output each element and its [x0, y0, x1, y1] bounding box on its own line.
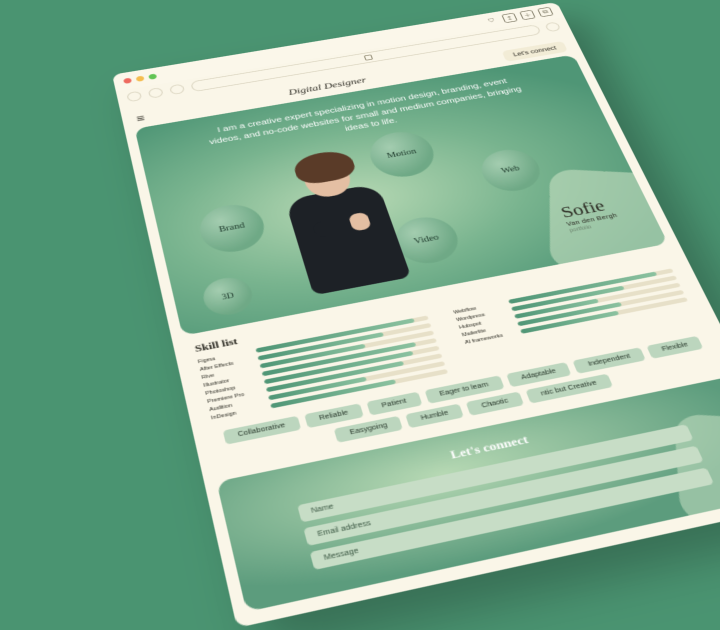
name-card: Sofie Van den Bergh portfolio	[558, 196, 621, 234]
maximize-icon[interactable]	[148, 73, 157, 79]
menu-icon[interactable]: ≡	[135, 112, 146, 124]
sidebar-toggle-icon[interactable]	[126, 91, 142, 102]
trait-tag: Chaotic	[466, 391, 524, 415]
traffic-lights	[123, 73, 157, 84]
back-icon[interactable]	[148, 87, 164, 98]
browser-window: ⛉ ↥ ＋ ⧉ ≡ Digital Designer Let's connect…	[112, 2, 720, 627]
trait-tag: Humble	[405, 403, 464, 428]
reload-icon[interactable]	[544, 22, 561, 33]
site-settings-icon	[364, 54, 373, 60]
page-content: ≡ Digital Designer Let's connect I am a …	[120, 34, 720, 627]
tabs-icon[interactable]: ⧉	[537, 7, 554, 17]
bubble-brand: Brand	[195, 200, 270, 257]
minimize-icon[interactable]	[136, 76, 145, 82]
share-icon[interactable]: ↥	[501, 13, 518, 23]
close-icon[interactable]	[123, 78, 132, 84]
forward-icon[interactable]	[169, 84, 185, 95]
bubble-web: Web	[475, 145, 547, 195]
plus-icon[interactable]: ＋	[519, 10, 536, 20]
trait-tag: Flexible	[646, 335, 703, 358]
shield-icon[interactable]: ⛉	[483, 16, 499, 26]
bubble-3d: 3D	[199, 274, 256, 319]
